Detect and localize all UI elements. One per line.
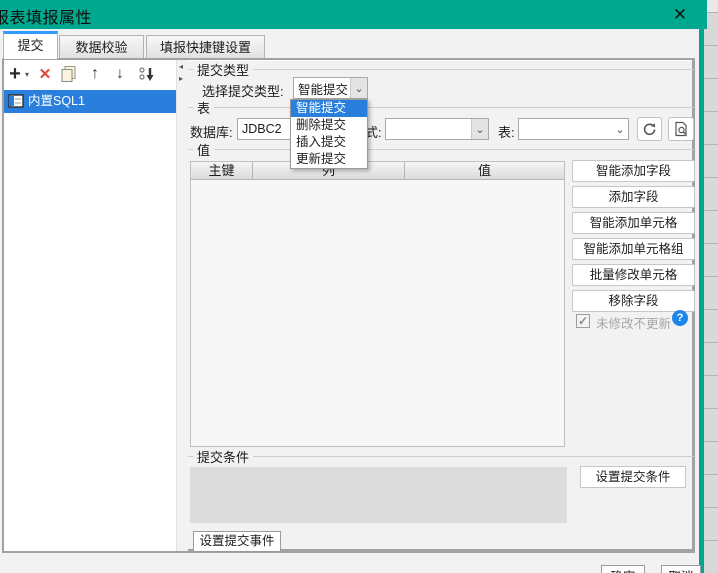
list-item-label: 内置SQL1 xyxy=(28,94,85,108)
sql-dataset-icon xyxy=(8,94,24,108)
add-menu-caret[interactable]: ▾ xyxy=(23,62,31,86)
sort-icon xyxy=(139,67,154,81)
caret-down-icon: ▾ xyxy=(24,69,29,79)
add-icon: + xyxy=(9,62,21,85)
background-spreadsheet-column xyxy=(704,0,718,573)
smart-add-cell-group-button[interactable]: 智能添加单元格组 xyxy=(572,238,695,260)
smart-add-cell-button[interactable]: 智能添加单元格 xyxy=(572,212,695,234)
combo-arrow-icon[interactable]: ⌄ xyxy=(612,119,628,139)
refresh-icon xyxy=(643,122,656,135)
tab-data-validation[interactable]: 数据校验 xyxy=(59,35,144,59)
panel-splitter[interactable]: ◂ ▸ xyxy=(176,60,188,551)
preview-button[interactable] xyxy=(668,117,694,141)
value-table-header: 主键 列 值 xyxy=(191,162,564,180)
add-field-button[interactable]: 添加字段 xyxy=(572,186,695,208)
schema-combo[interactable]: ⌄ xyxy=(385,118,489,140)
column-header-value[interactable]: 值 xyxy=(405,162,564,180)
tab-shortcut-settings[interactable]: 填报快捷键设置 xyxy=(146,35,265,59)
copy-button[interactable] xyxy=(59,62,79,86)
delete-icon: ✕ xyxy=(38,66,52,83)
batch-modify-cell-button[interactable]: 批量修改单元格 xyxy=(572,264,695,286)
value-table-body[interactable] xyxy=(191,180,564,446)
select-submit-type-label: 选择提交类型: xyxy=(202,84,284,99)
arrow-up-icon: ↑ xyxy=(91,65,99,82)
submit-type-combo[interactable]: 智能提交 ⌄ xyxy=(293,77,368,99)
table-label: 表: xyxy=(498,125,515,140)
background-teal-edge xyxy=(699,0,704,573)
check-icon: ✓ xyxy=(577,314,589,328)
dropdown-option-update-submit[interactable]: 更新提交 xyxy=(291,151,367,168)
refresh-button[interactable] xyxy=(637,117,662,141)
dropdown-option-insert-submit[interactable]: 插入提交 xyxy=(291,134,367,151)
database-label: 数据库: xyxy=(190,125,233,140)
remove-field-button[interactable]: 移除字段 xyxy=(572,290,695,312)
set-submit-condition-button[interactable]: 设置提交条件 xyxy=(580,466,686,488)
no-update-if-unmodified-label: 未修改不更新 xyxy=(596,317,672,331)
ok-button[interactable]: 确定 xyxy=(601,565,645,573)
delete-button[interactable]: ✕ xyxy=(36,62,54,86)
dialog-titlebar[interactable]: 报表填报属性 ✕ xyxy=(0,0,707,29)
table-combo[interactable]: ⌄ xyxy=(518,118,629,140)
smart-add-field-button[interactable]: 智能添加字段 xyxy=(572,160,695,182)
group-submit-condition: 提交条件 xyxy=(188,449,694,465)
value-table: 主键 列 值 xyxy=(190,161,565,447)
arrow-down-icon: ↓ xyxy=(116,65,124,82)
no-update-if-unmodified-checkbox[interactable]: ✓ xyxy=(576,314,590,328)
combo-arrow-icon[interactable]: ⌄ xyxy=(471,119,488,139)
background-row-lines xyxy=(704,12,718,573)
column-header-primary-key[interactable]: 主键 xyxy=(191,162,253,180)
group-submit-type-label: 提交类型 xyxy=(197,63,250,78)
sql-list-panel xyxy=(4,60,176,551)
submit-type-dropdown: 智能提交 删除提交 插入提交 更新提交 xyxy=(290,99,368,169)
submit-condition-area xyxy=(190,467,567,523)
move-down-button[interactable]: ↓ xyxy=(111,62,129,86)
dropdown-option-smart-submit[interactable]: 智能提交 xyxy=(291,100,367,117)
tab-submit[interactable]: 提交 xyxy=(3,31,58,59)
splitter-collapse-right-icon[interactable]: ▸ xyxy=(179,75,183,83)
list-item-built-in-sql[interactable]: 内置SQL1 xyxy=(4,90,176,113)
group-value: 值 xyxy=(188,142,694,158)
sort-button[interactable] xyxy=(136,62,158,86)
group-value-label: 值 xyxy=(197,143,211,158)
set-submit-event-button[interactable]: 设置提交事件 xyxy=(193,531,281,552)
submit-type-value: 智能提交 xyxy=(298,82,349,97)
close-icon[interactable]: ✕ xyxy=(668,3,692,26)
copy-icon xyxy=(61,66,76,82)
dropdown-option-delete-submit[interactable]: 删除提交 xyxy=(291,117,367,134)
add-button[interactable]: + xyxy=(6,62,24,86)
group-table-label: 表 xyxy=(197,101,211,116)
dialog-title: 报表填报属性 xyxy=(0,10,93,27)
group-table: 表 xyxy=(188,100,694,116)
preview-document-icon xyxy=(675,121,687,137)
group-submit-condition-label: 提交条件 xyxy=(197,450,250,465)
report-fillin-properties-dialog: 报表填报属性 ✕ 提交 数据校验 填报快捷键设置 + ▾ ✕ ↑ ↓ 内置SQL… xyxy=(0,0,718,573)
group-submit-type: 提交类型 xyxy=(188,62,694,78)
move-up-button[interactable]: ↑ xyxy=(86,62,104,86)
cancel-button[interactable]: 取消 xyxy=(661,565,701,573)
combo-arrow-icon[interactable]: ⌄ xyxy=(350,78,367,98)
help-icon[interactable]: ? xyxy=(672,310,688,326)
splitter-collapse-left-icon[interactable]: ◂ xyxy=(179,63,183,71)
